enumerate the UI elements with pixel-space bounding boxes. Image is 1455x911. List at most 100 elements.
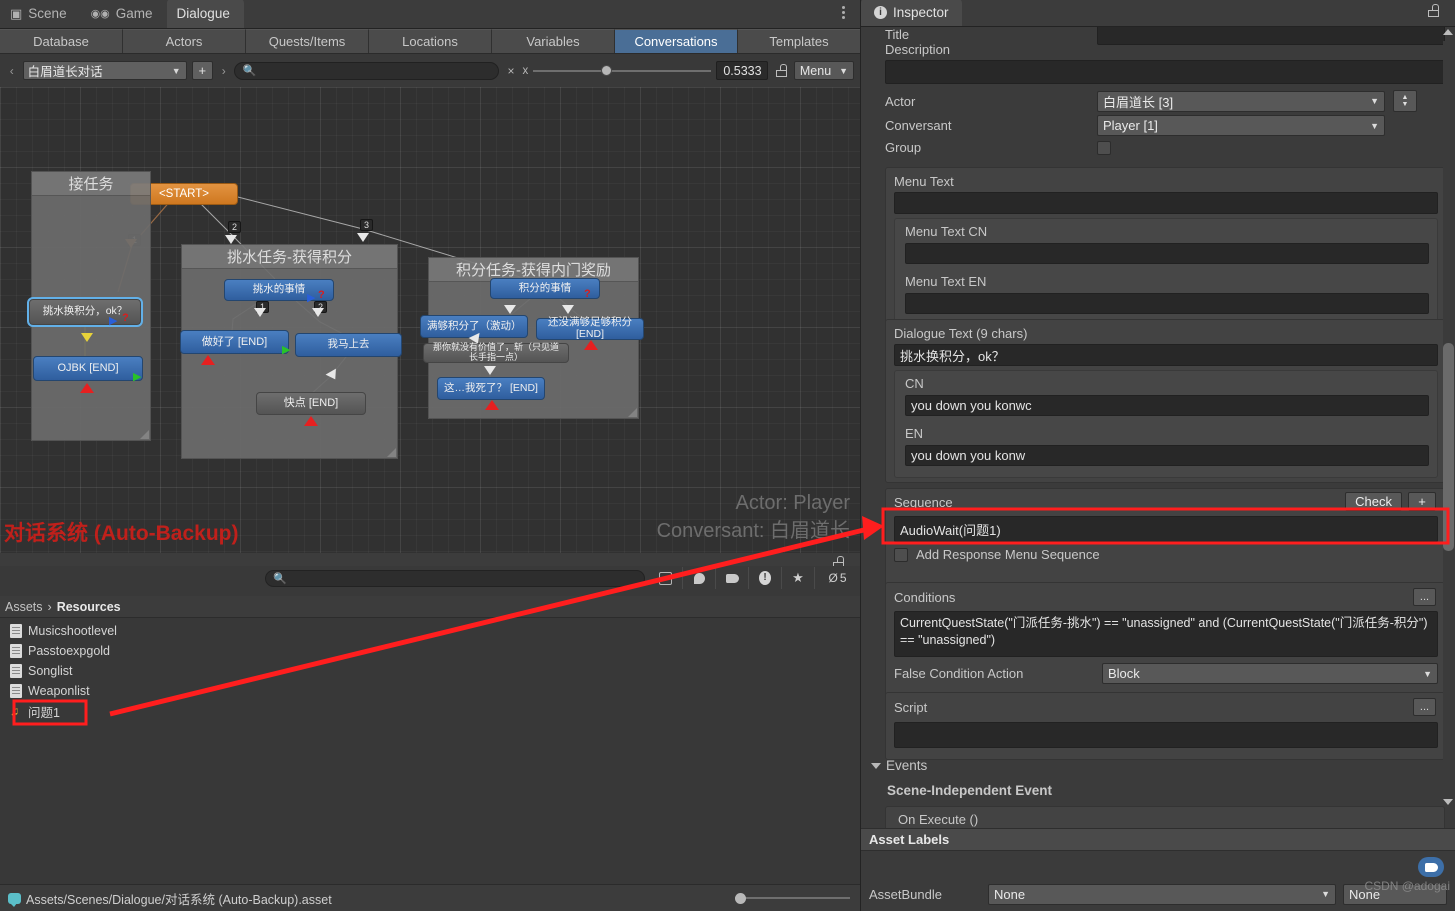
inspector-scrollbar-thumb[interactable] [1443,343,1454,551]
actor-swap-stepper[interactable]: ▲ ▼ [1393,90,1417,112]
script-field[interactable] [894,722,1438,748]
lock-icon[interactable] [773,61,788,80]
node-mei-you-jiazhi[interactable]: 那你就没有价值了，斩（只见道长手指一点） [423,342,569,363]
chevron-down-icon: ▼ [1370,120,1379,131]
sequence-add-button[interactable]: + [1408,492,1436,511]
label-tag-button[interactable] [1418,857,1444,877]
false-condition-label: False Condition Action [894,666,1024,681]
tab-scene[interactable]: ▣ Scene [0,0,81,28]
node-group-2-title: 挑水任务-获得积分 [182,245,397,269]
list-item[interactable]: Passtoexpgold [0,641,860,661]
assetbundle-dropdown[interactable]: None ▼ [988,883,1336,905]
conditions-wizard-button[interactable]: ... [1413,588,1436,606]
editor-window-tabbar: ▣ Scene ◉◉ Game Dialogue [0,0,860,29]
asset-list[interactable]: Musicshootlevel Passtoexpgold Songlist W… [0,618,860,884]
tab-database[interactable]: Database [0,29,123,53]
lock-icon[interactable] [1428,4,1439,17]
chevron-down-icon [871,762,881,769]
asset-labels-header[interactable]: Asset Labels [861,828,1455,850]
label-icon[interactable] [715,567,748,589]
node-ojbk-end[interactable]: OJBK [END] [33,356,143,381]
breadcrumb: Assets › Resources [0,596,860,618]
dialogue-editor-window: ▣ Scene ◉◉ Game Dialogue Database Actors… [0,0,860,911]
scroll-up-arrow[interactable] [1443,29,1453,35]
menu-button-label: Menu [799,63,832,78]
green-arrow-icon: ▶ [133,371,142,383]
actor-dropdown-value: 白眉道长 [3] [1103,94,1174,110]
group-resize-handle[interactable] [140,430,149,439]
node-kuaidian-end[interactable]: 快点 [END] [256,392,366,415]
add-conversation-button[interactable]: + [191,61,213,80]
tab-game[interactable]: ◉◉ Game [81,0,167,28]
events-foldout[interactable]: Events [871,758,927,773]
conversation-search-input[interactable]: 🔍 [234,61,500,80]
favorite-icon[interactable]: ★ [781,567,814,589]
tab-dialogue[interactable]: Dialogue [166,0,244,28]
description-field[interactable] [885,60,1445,84]
menu-text-localized-group: Menu Text CN Menu Text EN [894,218,1438,326]
en-field[interactable]: you down you konw [905,445,1429,466]
menu-text-cn-field[interactable] [905,243,1429,264]
conversation-dropdown[interactable]: 白眉道长对话 ▼ [22,61,187,80]
tab-templates[interactable]: Templates [738,29,860,53]
tab-locations[interactable]: Locations [369,29,492,53]
next-conversation-button[interactable]: › [218,64,230,78]
node-wo-mashang-qu[interactable]: 我马上去 [295,333,402,357]
group-resize-handle[interactable] [387,448,396,457]
menu-text-field[interactable] [894,192,1438,214]
add-response-menu-row[interactable]: Add Response Menu Sequence [894,547,1100,562]
false-condition-dropdown[interactable]: Block ▼ [1102,663,1438,684]
node-zhe-wo-sile-end[interactable]: 这…我死了？ [END] [437,377,545,400]
tab-dialogue-label: Dialogue [176,6,230,21]
warning-icon[interactable]: ! [748,567,781,589]
add-response-menu-checkbox[interactable] [894,547,908,562]
asset-name: Musicshootlevel [28,624,117,638]
dialogue-text-field[interactable]: 挑水换积分，ok？ [894,344,1438,366]
sequence-field[interactable]: AudioWait(问题1) [894,516,1438,542]
hidden-assets-toggle[interactable]: Ø 5 [814,567,860,589]
inspector-body[interactable]: Title Description Actor 白眉道长 [3] ▼ ▲ ▼ C… [861,27,1455,882]
cn-field[interactable]: you down you konwc [905,395,1429,416]
breadcrumb-resources[interactable]: Resources [57,600,121,614]
tab-quests-items[interactable]: Quests/Items [246,29,369,53]
canvas-conversant-label: Conversant: 白眉道长 [656,520,850,542]
dialogue-node-canvas[interactable]: <START> 1 2 3 接任务 挑水换积分，ok？ ▶ ? OJBK [EN… [0,87,860,553]
save-search-icon[interactable] [649,567,682,589]
inner-link-arrow-2 [312,308,324,317]
scroll-down-arrow[interactable] [1443,799,1453,805]
tab-variables[interactable]: Variables [492,29,615,53]
tab-conversations[interactable]: Conversations [615,29,738,53]
prev-conversation-button[interactable]: ‹ [6,64,18,78]
group-checkbox[interactable] [1097,140,1111,155]
asset-preview-size-slider[interactable] [735,892,850,904]
tab-actors[interactable]: Actors [123,29,246,53]
script-wizard-button[interactable]: ... [1413,698,1436,716]
actor-dropdown[interactable]: 白眉道长 [3] ▼ [1097,90,1385,112]
menu-button[interactable]: Menu ▼ [793,61,855,80]
group-label: Group [885,140,922,155]
breadcrumb-separator: › [47,599,52,614]
breadcrumb-assets[interactable]: Assets [5,600,43,614]
list-item-audio-clip[interactable]: ♫ 问题1 [0,701,860,721]
zoom-slider-handle[interactable] [600,65,612,76]
red-triangle-icon [584,340,598,350]
zoom-slider[interactable] [533,62,712,80]
conditions-field[interactable]: CurrentQuestState("门派任务-挑水") == "unassig… [894,611,1438,657]
list-item[interactable]: Musicshootlevel [0,621,860,641]
group-resize-handle[interactable] [628,408,637,417]
clear-search-button[interactable]: × [504,64,517,78]
tab-inspector[interactable]: i Inspector [861,0,962,26]
node-haimei-zugou-jifen-end[interactable]: 还没满够足够积分 [END] [536,317,644,340]
window-more-options-button[interactable] [836,4,850,24]
project-search-input[interactable]: 🔍 [265,569,645,587]
menu-text-en-field[interactable] [905,293,1429,314]
node-zuohaole-end[interactable]: 做好了 [END] [180,330,289,354]
kebab-dot [841,6,845,9]
conversant-dropdown[interactable]: Player [1] ▼ [1097,115,1385,136]
sequence-check-button[interactable]: Check [1345,492,1402,511]
zoom-value-field[interactable]: 0.5333 [716,61,769,80]
list-item[interactable]: Weaponlist [0,681,860,701]
list-item[interactable]: Songlist [0,661,860,681]
slider-handle[interactable] [735,892,746,904]
asset-type-icon[interactable] [682,567,715,589]
